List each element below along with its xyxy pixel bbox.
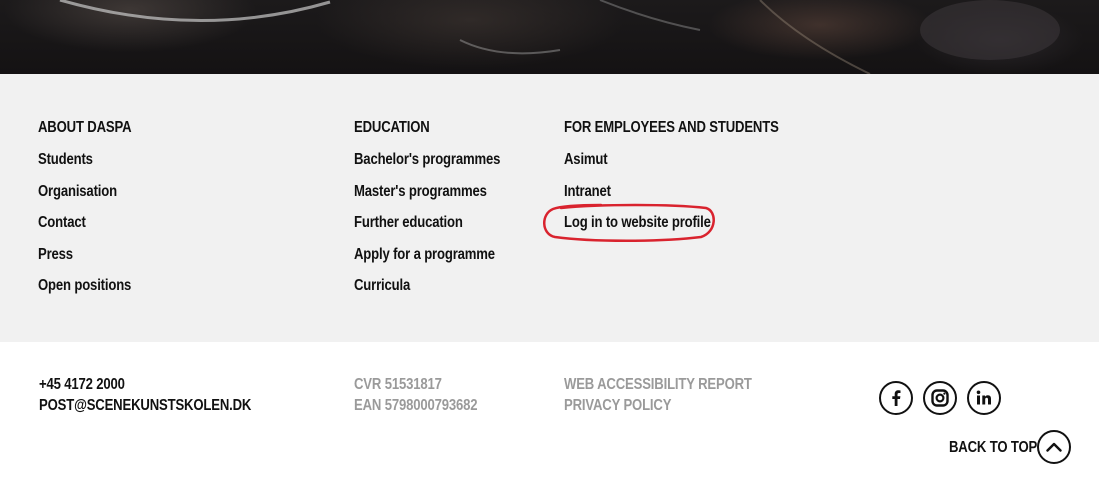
footer-links: ABOUT DASPA Students Organisation Contac… bbox=[0, 74, 1099, 342]
chevron-up-icon bbox=[1046, 442, 1062, 452]
column-heading-about: ABOUT DASPA bbox=[38, 119, 132, 136]
footer-column-education: EDUCATION Bachelor's programmes Master's… bbox=[354, 118, 532, 308]
link-organisation[interactable]: Organisation bbox=[38, 182, 117, 202]
link-curricula[interactable]: Curricula bbox=[354, 276, 410, 296]
column-heading-education: EDUCATION bbox=[354, 119, 430, 136]
instagram-icon[interactable] bbox=[923, 381, 957, 415]
link-asimut[interactable]: Asimut bbox=[564, 150, 608, 170]
link-further-education[interactable]: Further education bbox=[354, 213, 463, 233]
link-login-profile[interactable]: Log in to website profile bbox=[564, 213, 711, 233]
hero-image bbox=[0, 0, 1099, 74]
link-contact[interactable]: Contact bbox=[38, 213, 86, 233]
back-to-top-label[interactable]: BACK TO TOP bbox=[949, 437, 1037, 458]
column-heading-employees: FOR EMPLOYEES AND STUDENTS bbox=[564, 119, 779, 136]
link-apply[interactable]: Apply for a programme bbox=[354, 245, 495, 265]
link-open-positions[interactable]: Open positions bbox=[38, 276, 131, 296]
footer-column-employees: FOR EMPLOYEES AND STUDENTS Asimut Intran… bbox=[564, 118, 826, 245]
link-intranet[interactable]: Intranet bbox=[564, 182, 611, 202]
contact-email[interactable]: POST@SCENEKUNSTSKOLEN.DK bbox=[39, 395, 251, 416]
back-to-top-button[interactable] bbox=[1037, 430, 1071, 464]
linkedin-icon[interactable] bbox=[967, 381, 1001, 415]
link-press[interactable]: Press bbox=[38, 245, 73, 265]
cvr-number: CVR 51531817 bbox=[354, 376, 442, 393]
privacy-policy-link[interactable]: PRIVACY POLICY bbox=[564, 395, 671, 416]
footer-column-about: ABOUT DASPA Students Organisation Contac… bbox=[38, 118, 152, 308]
contact-phone[interactable]: +45 4172 2000 bbox=[39, 374, 125, 395]
facebook-icon[interactable] bbox=[879, 381, 913, 415]
ean-number: EAN 5798000793682 bbox=[354, 397, 478, 414]
accessibility-report-link[interactable]: WEB ACCESSIBILITY REPORT bbox=[564, 374, 752, 395]
link-students[interactable]: Students bbox=[38, 150, 93, 170]
link-masters[interactable]: Master's programmes bbox=[354, 182, 487, 202]
link-bachelors[interactable]: Bachelor's programmes bbox=[354, 150, 500, 170]
